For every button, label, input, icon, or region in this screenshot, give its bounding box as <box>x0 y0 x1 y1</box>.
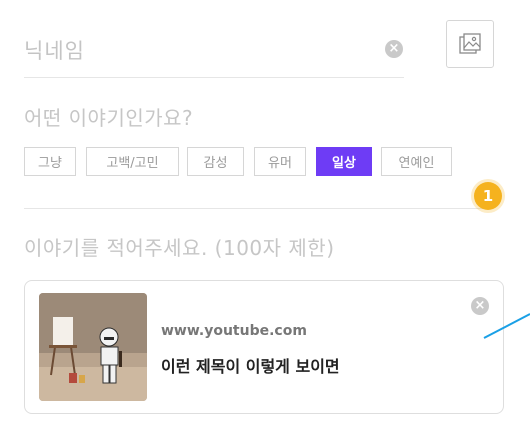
nickname-input[interactable] <box>24 30 354 72</box>
thumbnail-image <box>39 293 147 401</box>
image-upload-button[interactable] <box>446 20 494 68</box>
divider <box>24 208 492 209</box>
nickname-field[interactable] <box>24 30 404 78</box>
link-url: www.youtube.com <box>161 323 307 339</box>
link-title: 이런 제목이 이렇게 보이면 <box>161 357 340 376</box>
nickname-clear-icon[interactable]: × <box>385 40 403 58</box>
category-chip-humor[interactable]: 유머 <box>254 147 306 176</box>
step-badge: 1 <box>474 182 502 210</box>
category-chip-celebrity[interactable]: 연예인 <box>381 147 452 176</box>
category-chip-daily[interactable]: 일상 <box>316 147 372 176</box>
annotation-pointer-line <box>483 313 530 339</box>
category-chip-normal[interactable]: 그냥 <box>24 147 76 176</box>
image-icon <box>459 33 481 54</box>
category-chip-confession[interactable]: 고백/고민 <box>86 147 179 176</box>
category-question: 어떤 이야기인가요? <box>24 106 194 130</box>
story-input[interactable]: 이야기를 적어주세요. (100자 제한) <box>24 232 335 261</box>
category-chip-emotion[interactable]: 감성 <box>187 147 244 176</box>
link-thumbnail <box>39 293 147 401</box>
link-preview-card[interactable]: www.youtube.com 이런 제목이 이렇게 보이면 × <box>24 280 504 414</box>
